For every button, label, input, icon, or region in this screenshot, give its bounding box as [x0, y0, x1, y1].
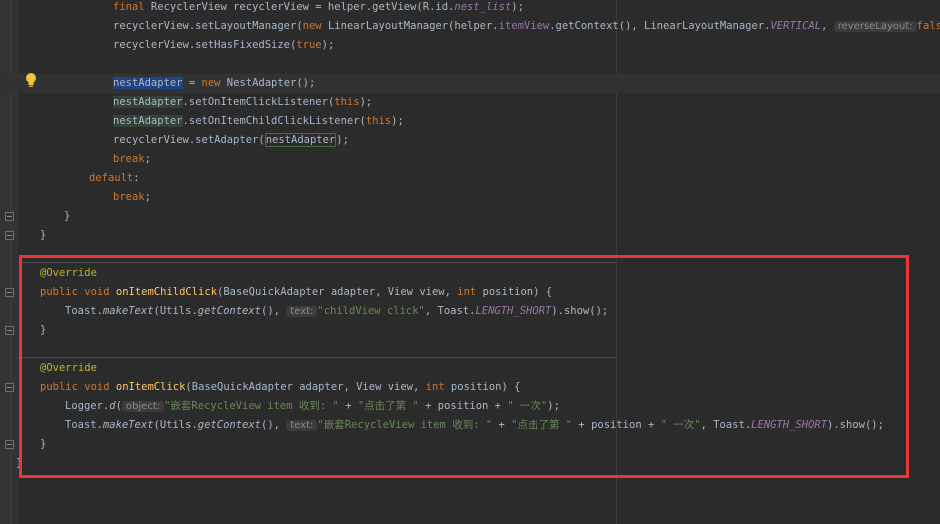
code-line[interactable]: default: [0, 169, 940, 188]
code-line[interactable]: recyclerView.setLayoutManager(new Linear… [0, 17, 940, 36]
code-line-current[interactable]: nestAdapter = new NestAdapter(); [0, 74, 940, 93]
fold-toggle-icon[interactable] [5, 231, 14, 240]
highlighted-identifier[interactable]: nestAdapter [113, 115, 183, 127]
parameter-hint: reverseLayout: [833, 21, 917, 32]
selected-identifier[interactable]: nestAdapter [113, 77, 183, 89]
code-line[interactable]: final RecyclerView recyclerView = helper… [0, 0, 940, 17]
fold-toggle-icon[interactable] [5, 288, 14, 297]
fold-toggle-icon[interactable] [5, 326, 14, 335]
code-line[interactable]: recyclerView.setHasFixedSize(true); [0, 36, 940, 55]
code-line[interactable]: } [0, 226, 940, 245]
code-line[interactable]: recyclerView.setAdapter(nestAdapter); [0, 131, 940, 150]
fold-toggle-icon[interactable] [5, 212, 14, 221]
code-line[interactable]: } [0, 207, 940, 226]
code-line[interactable]: break; [0, 150, 940, 169]
highlighted-identifier[interactable]: nestAdapter [113, 96, 183, 108]
highlighted-identifier[interactable]: nestAdapter [264, 133, 337, 147]
code-line[interactable]: break; [0, 188, 940, 207]
code-line[interactable]: nestAdapter.setOnItemChildClickListener(… [0, 112, 940, 131]
code-line[interactable]: nestAdapter.setOnItemClickListener(this)… [0, 93, 940, 112]
fold-toggle-icon[interactable] [5, 440, 14, 449]
annotation-highlight-box [19, 255, 909, 478]
lightbulb-icon[interactable] [24, 72, 38, 88]
fold-toggle-icon[interactable] [5, 383, 14, 392]
